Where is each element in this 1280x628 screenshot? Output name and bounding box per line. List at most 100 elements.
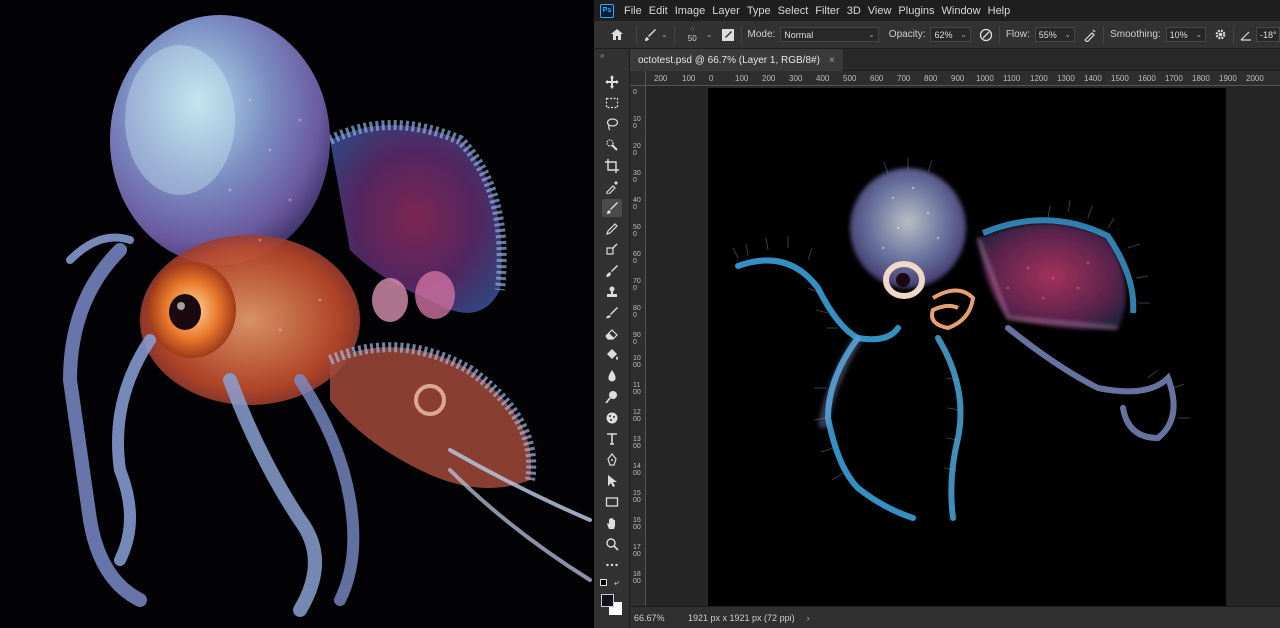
lasso-tool-icon[interactable]: [602, 115, 622, 133]
zoom-level-field[interactable]: 66.67%: [634, 613, 684, 623]
brush-size-chevron-icon[interactable]: ⌄: [706, 30, 713, 39]
ruler-tick: 1300: [633, 436, 641, 450]
menu-file[interactable]: File: [624, 5, 649, 17]
close-tab-icon[interactable]: ×: [829, 55, 835, 66]
ruler-tick: 1700: [1165, 74, 1183, 83]
opacity-field[interactable]: 62% ⌄: [930, 27, 971, 42]
foreground-color-swatch[interactable]: [601, 594, 614, 607]
brush-size-preview[interactable]: ⁘ 50: [685, 25, 700, 44]
tools-collapse-icon[interactable]: »: [600, 51, 604, 60]
document-size-info: 1921 px x 1921 px (72 ppi): [688, 612, 795, 623]
ruler-tick: 1100: [1003, 74, 1021, 83]
default-colors-icon[interactable]: [600, 579, 607, 586]
smoothing-field[interactable]: 10% ⌄: [1165, 27, 1207, 42]
ruler-tick: 600: [870, 74, 884, 83]
ruler-tick: 300: [633, 170, 641, 184]
ruler-tick: 1100: [633, 382, 641, 396]
ruler-tick: 600: [633, 251, 641, 265]
flow-field[interactable]: 55% ⌄: [1034, 27, 1076, 42]
brush-tip-icon: ⁘: [688, 25, 696, 34]
home-icon[interactable]: [610, 28, 624, 41]
photoshop-window: Ps File Edit Image Layer Type Select Fil…: [594, 0, 1280, 628]
move-tool-icon[interactable]: [602, 73, 622, 91]
type-tool-icon[interactable]: [602, 430, 622, 448]
airbrush-icon[interactable]: [1083, 28, 1097, 42]
paint-bucket-tool-icon[interactable]: [602, 346, 622, 364]
status-bar: 66.67% 1921 px x 1921 px (72 ppi) ›: [630, 606, 1280, 628]
opacity-value: 62%: [934, 29, 953, 40]
brush-preset-chevron-icon[interactable]: ⌄: [661, 30, 668, 39]
ruler-tick: 1300: [1057, 74, 1075, 83]
quick-select-tool-icon[interactable]: [602, 136, 622, 154]
document-tab-bar: octotest.psd @ 66.7% (Layer 1, RGB/8#) ×: [630, 49, 1280, 71]
hand-tool-icon[interactable]: [602, 514, 622, 532]
brush-size-value: 50: [687, 34, 697, 43]
menu-plugins[interactable]: Plugins: [898, 5, 941, 17]
pressure-opacity-icon[interactable]: [979, 28, 993, 42]
mode-select[interactable]: Normal ⌄: [780, 27, 879, 42]
ruler-tick: 700: [897, 74, 911, 83]
octopus-sketch-artwork: [732, 158, 1190, 521]
ruler-tick: 200: [762, 74, 776, 83]
menu-select[interactable]: Select: [778, 5, 816, 17]
ruler-tick: 1000: [976, 74, 994, 83]
ruler-tick: 1200: [633, 409, 641, 423]
swap-colors-icon[interactable]: ⤶: [614, 577, 619, 588]
more-tools-icon[interactable]: [602, 556, 622, 574]
menu-window[interactable]: Window: [942, 5, 988, 17]
dodge-tool-icon[interactable]: [602, 388, 622, 406]
document-tab[interactable]: octotest.psd @ 66.7% (Layer 1, RGB/8#) ×: [630, 49, 843, 71]
history-brush-tool-icon[interactable]: [602, 262, 622, 280]
marquee-tool-icon[interactable]: [602, 94, 622, 112]
brush-settings-panel-icon[interactable]: [721, 28, 735, 42]
ruler-tick: 1500: [1111, 74, 1129, 83]
ruler-origin[interactable]: [630, 71, 646, 86]
document-canvas[interactable]: [708, 88, 1226, 606]
status-info-menu-icon[interactable]: ›: [807, 613, 810, 623]
brush-angle-field[interactable]: -18°: [1256, 27, 1280, 42]
menu-image[interactable]: Image: [675, 5, 713, 17]
ruler-tick: 400: [633, 197, 641, 211]
ruler-tick: 400: [816, 74, 830, 83]
menu-view[interactable]: View: [868, 5, 899, 17]
flow-label: Flow:: [1005, 29, 1030, 40]
menu-type[interactable]: Type: [747, 5, 778, 17]
menu-bar: Ps File Edit Image Layer Type Select Fil…: [594, 0, 1280, 21]
menu-filter[interactable]: Filter: [815, 5, 846, 17]
ruler-tick: 900: [951, 74, 965, 83]
flow-value: 55%: [1038, 29, 1057, 40]
eraser-tool-icon[interactable]: [602, 325, 622, 343]
menu-edit[interactable]: Edit: [649, 5, 675, 17]
ruler-tick: 700: [633, 278, 641, 292]
horizontal-ruler[interactable]: 200 100 0 100 200 300 400 500 600 700 80…: [646, 71, 1280, 86]
stamp-tool-icon[interactable]: [602, 283, 622, 301]
crop-tool-icon[interactable]: [602, 157, 622, 175]
smoothing-label: Smoothing:: [1110, 29, 1161, 40]
pencil-tool-icon[interactable]: [602, 220, 622, 238]
canvas-workspace[interactable]: [646, 86, 1280, 606]
vertical-ruler[interactable]: 0 100 200 300 400 500 600 700 800 900 10…: [630, 86, 646, 606]
path-select-tool-icon[interactable]: [602, 472, 622, 490]
ruler-tick: 300: [789, 74, 803, 83]
ruler-tick: 200: [654, 74, 668, 83]
ruler-tick: 1900: [1219, 74, 1237, 83]
opacity-label: Opacity:: [888, 29, 926, 40]
smoothing-settings-gear-icon[interactable]: [1214, 28, 1227, 41]
healing-tool-icon[interactable]: [602, 304, 622, 322]
sponge-tool-icon[interactable]: [602, 409, 622, 427]
zoom-tool-icon[interactable]: [602, 535, 622, 553]
menu-layer[interactable]: Layer: [712, 5, 747, 17]
eyedropper-tool-icon[interactable]: [602, 178, 622, 196]
ruler-tick: 1400: [1084, 74, 1102, 83]
menu-3d[interactable]: 3D: [847, 5, 868, 17]
ruler-tick: 1500: [633, 490, 641, 504]
blur-tool-icon[interactable]: [602, 367, 622, 385]
brush-tool-icon[interactable]: [602, 199, 622, 217]
clone-stamp-tool-icon[interactable]: [602, 241, 622, 259]
brush-preset-icon[interactable]: [643, 28, 657, 42]
ruler-tick: 1800: [1192, 74, 1210, 83]
rectangle-tool-icon[interactable]: [602, 493, 622, 511]
menu-help[interactable]: Help: [988, 5, 1018, 17]
ruler-tick: 1000: [633, 355, 641, 369]
pen-tool-icon[interactable]: [602, 451, 622, 469]
